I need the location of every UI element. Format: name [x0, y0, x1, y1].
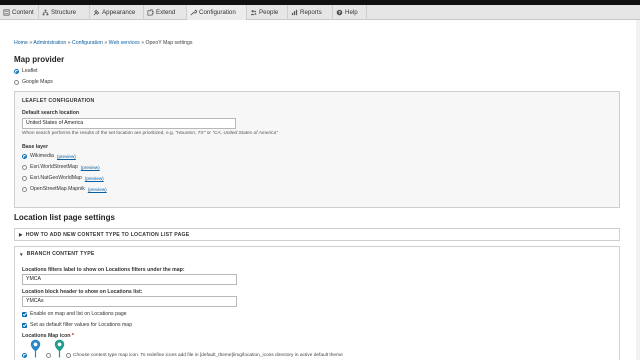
base-layer-option-esri-natgeoworldmap[interactable]: Esri.NatGeoWorldMap (preview) [22, 175, 104, 181]
toolbar-item-help[interactable]: ? Help [333, 5, 367, 20]
default-filter-checkbox-row[interactable]: Set as default filter values for Locatio… [22, 322, 132, 328]
breadcrumb-web-services[interactable]: Web services [109, 40, 140, 46]
branch-summary[interactable]: ▼ BRANCH CONTENT TYPE [19, 251, 95, 257]
toolbar-item-reports[interactable]: Reports [288, 5, 333, 20]
leaflet-configuration-legend: LEAFLET CONFIGURATION [22, 98, 95, 104]
preview-link[interactable]: (preview) [57, 154, 76, 159]
filters-input[interactable]: YMCA [22, 274, 237, 285]
breadcrumb-separator: » [67, 40, 71, 46]
toolbar-item-extend[interactable]: Extend [144, 5, 187, 20]
required-marker: * [71, 333, 74, 339]
breadcrumb-separator: » [104, 40, 108, 46]
breadcrumb-current: OpenY Map settings [145, 40, 193, 46]
base-layer-radio[interactable] [22, 175, 27, 181]
toolbar-label: Structure [51, 9, 77, 16]
content-icon [3, 9, 10, 16]
page-scrollbar[interactable] [636, 20, 640, 360]
base-layer-label-text: Esri.WorldStreetMap [30, 164, 78, 170]
toolbar-label: People [259, 9, 279, 16]
provider-leaflet-label: Leaflet [22, 68, 38, 74]
provider-google-radio[interactable] [14, 79, 19, 85]
wrench-icon [190, 9, 197, 16]
map-icon-radio-custom[interactable] [66, 353, 71, 358]
toolbar-label: Appearance [102, 9, 136, 16]
base-layer-option-wikimedia[interactable]: Wikimedia (preview) [22, 153, 76, 159]
howto-details[interactable]: ▶ HOW TO ADD NEW CONTENT TYPE TO LOCATIO… [14, 228, 620, 241]
toolbar-item-content[interactable]: Content [0, 5, 39, 20]
description-text: When search performs the results of the … [22, 131, 176, 136]
map-provider-heading: Map provider [14, 55, 65, 64]
breadcrumb-separator: » [29, 40, 33, 46]
toolbar-item-configuration[interactable]: Configuration [187, 5, 247, 20]
branch-summary-label: BRANCH CONTENT TYPE [26, 251, 95, 257]
provider-google-label: Google Maps [22, 79, 53, 85]
base-layer-option-esri-worldstreetmap[interactable]: Esri.WorldStreetMap (preview) [22, 164, 100, 170]
breadcrumb-separator: » [141, 40, 145, 46]
description-example: "CA, United States of America" [212, 131, 278, 136]
base-layer-radio[interactable] [22, 153, 27, 159]
help-icon: ? [336, 9, 343, 16]
map-pin-teal-icon [54, 339, 65, 358]
breadcrumb: Home » Administration » Configuration » … [14, 40, 192, 46]
enable-map-checkbox[interactable] [22, 311, 27, 317]
base-layer-radio[interactable] [22, 186, 27, 192]
map-icon-radio-teal[interactable] [46, 353, 51, 358]
base-layer-label-text: OpenStreetMap.Mapnik [30, 186, 85, 192]
expanded-triangle-icon: ▼ [19, 251, 24, 257]
appearance-icon [93, 9, 100, 16]
default-search-input[interactable]: United States of America [22, 118, 236, 129]
collapsed-triangle-icon: ▶ [19, 232, 23, 237]
breadcrumb-home[interactable]: Home [14, 40, 28, 46]
toolbar-label: Extend [156, 9, 176, 16]
provider-option-leaflet[interactable]: Leaflet [14, 68, 38, 74]
map-icon-radio-blue[interactable] [22, 353, 27, 358]
structure-icon [42, 9, 49, 16]
filters-label: Locations filters label to show on Locat… [22, 267, 185, 273]
map-icon-description: Choose content type map icon. To redefin… [73, 353, 343, 358]
block-header-input[interactable]: YMCAs [22, 296, 237, 307]
preview-link[interactable]: (preview) [85, 176, 104, 181]
location-list-heading: Location list page settings [14, 213, 115, 222]
extend-icon [147, 9, 154, 16]
provider-leaflet-radio[interactable] [14, 68, 19, 74]
breadcrumb-configuration[interactable]: Configuration [72, 40, 103, 46]
breadcrumb-administration[interactable]: Administration [33, 40, 66, 46]
preview-link[interactable]: (preview) [81, 165, 100, 170]
default-search-label: Default search location [22, 110, 80, 116]
default-filter-label: Set as default filter values for Locatio… [30, 322, 133, 328]
base-layer-label-text: Wikimedia [30, 153, 54, 159]
howto-summary-label: HOW TO ADD NEW CONTENT TYPE TO LOCATION … [25, 232, 190, 238]
base-layer-label: Base layer [22, 144, 48, 150]
default-filter-checkbox[interactable] [22, 322, 27, 328]
toolbar-label: Content [12, 9, 34, 16]
description-example: "Houston, TX" [175, 131, 206, 136]
enable-map-label: Enable on map and list on Locations page [30, 311, 127, 317]
toolbar-item-appearance[interactable]: Appearance [90, 5, 144, 20]
admin-toolbar: Content Structure Appearance Extend Conf… [0, 5, 640, 20]
people-icon [250, 10, 257, 16]
toolbar-label: Configuration [199, 9, 236, 16]
reports-icon [291, 9, 298, 16]
svg-text:?: ? [338, 10, 341, 15]
base-layer-radio[interactable] [22, 164, 27, 170]
howto-summary[interactable]: ▶ HOW TO ADD NEW CONTENT TYPE TO LOCATIO… [19, 232, 189, 238]
map-pin-blue-icon [30, 339, 41, 358]
block-header-label: Location block header to show on Locatio… [22, 289, 143, 295]
base-layer-option-openstreetmap-mapnik[interactable]: OpenStreetMap.Mapnik (preview) [22, 186, 107, 192]
toolbar-item-people[interactable]: People [247, 5, 288, 20]
toolbar-label: Help [345, 9, 358, 16]
base-layer-label-text: Esri.NatGeoWorldMap [30, 175, 82, 181]
preview-link[interactable]: (preview) [88, 187, 107, 192]
default-search-description: When search performs the results of the … [22, 131, 278, 136]
provider-option-google[interactable]: Google Maps [14, 79, 53, 85]
toolbar-label: Reports [300, 9, 322, 16]
enable-map-checkbox-row[interactable]: Enable on map and list on Locations page [22, 311, 127, 317]
toolbar-item-structure[interactable]: Structure [39, 5, 90, 20]
